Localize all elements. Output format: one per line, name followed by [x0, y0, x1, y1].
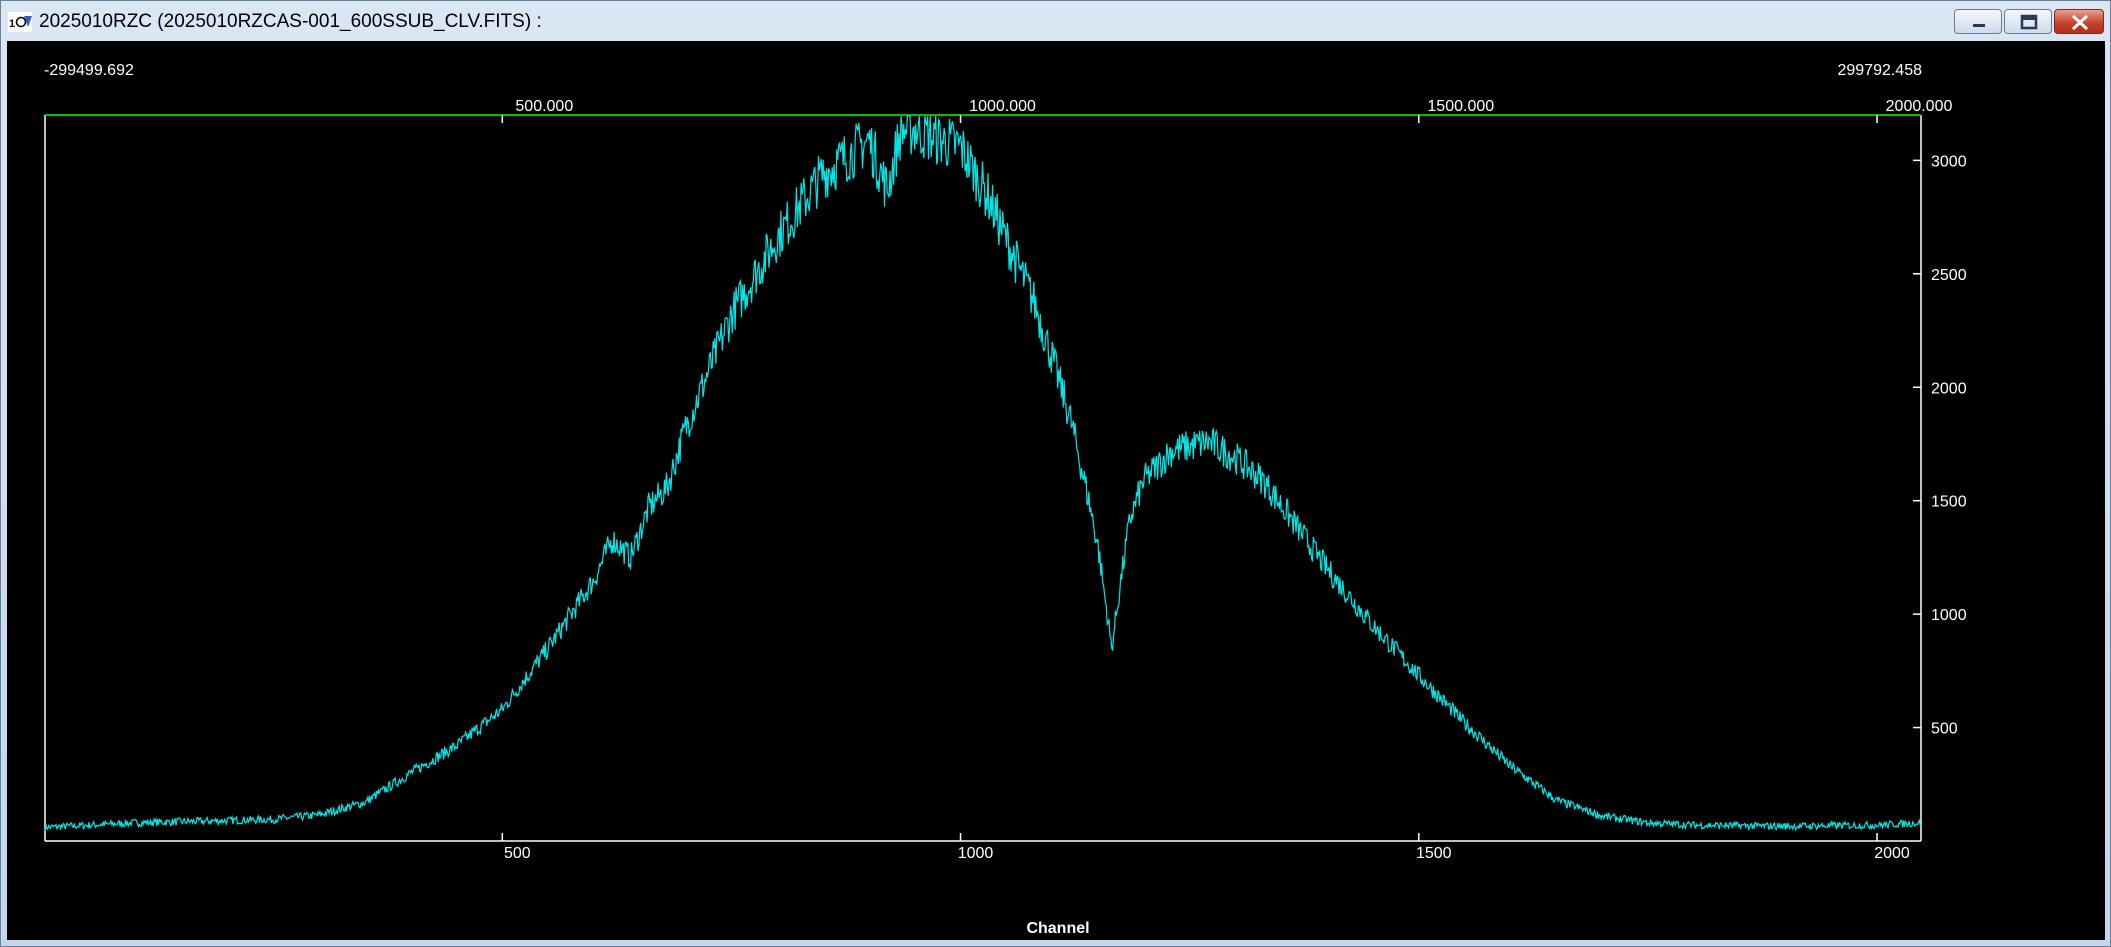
x-tick-label: 1500: [1416, 845, 1452, 862]
y-tick-label: 3000: [1931, 153, 1967, 170]
application-window: 1 2025010RZC (2025010RZCAS-001_600SSUB_C…: [0, 0, 2111, 947]
spectrum-chart[interactable]: -299499.692 299792.458 500 1000 1500 2000 50…: [7, 41, 2105, 940]
window-title: 2025010RZC (2025010RZCAS-001_600SSUB_CLV…: [39, 11, 542, 32]
top-left-value: -299499.692: [44, 62, 134, 79]
top-tick-label: 1000.000: [969, 98, 1036, 115]
x-tick-label: 500: [504, 845, 531, 862]
maximize-button[interactable]: [2004, 9, 2052, 34]
top-right-value: 299792.458: [1837, 62, 1922, 79]
close-icon: [2071, 14, 2089, 31]
x-axis-label: Channel: [1026, 920, 1089, 937]
y-tick-label: 1500: [1931, 494, 1967, 511]
top-tick-label: 2000.000: [1886, 98, 1953, 115]
x-tick-label: 1000: [958, 845, 994, 862]
maximize-icon: [2020, 14, 2038, 30]
top-tick-label: 1500.000: [1427, 98, 1494, 115]
title-bar[interactable]: 1 2025010RZC (2025010RZCAS-001_600SSUB_C…: [1, 1, 2110, 41]
minimize-button[interactable]: [1954, 9, 2002, 34]
plot-canvas[interactable]: -299499.692 299792.458 500 1000 1500 2000 50…: [7, 41, 2105, 940]
y-tick-label: 1000: [1931, 607, 1967, 624]
minimize-icon: [1973, 24, 1985, 27]
spectrum-trace: [44, 115, 1922, 832]
y-tick-label: 2500: [1931, 267, 1967, 284]
top-tick-label: 500.000: [515, 98, 573, 115]
y-tick-label: 500: [1931, 721, 1958, 738]
svg-text:1: 1: [9, 18, 15, 30]
tablo-app-icon: 1: [8, 12, 32, 32]
x-tick-label: 2000: [1874, 845, 1910, 862]
close-button[interactable]: [2054, 9, 2104, 34]
y-tick-label: 2000: [1931, 380, 1967, 397]
